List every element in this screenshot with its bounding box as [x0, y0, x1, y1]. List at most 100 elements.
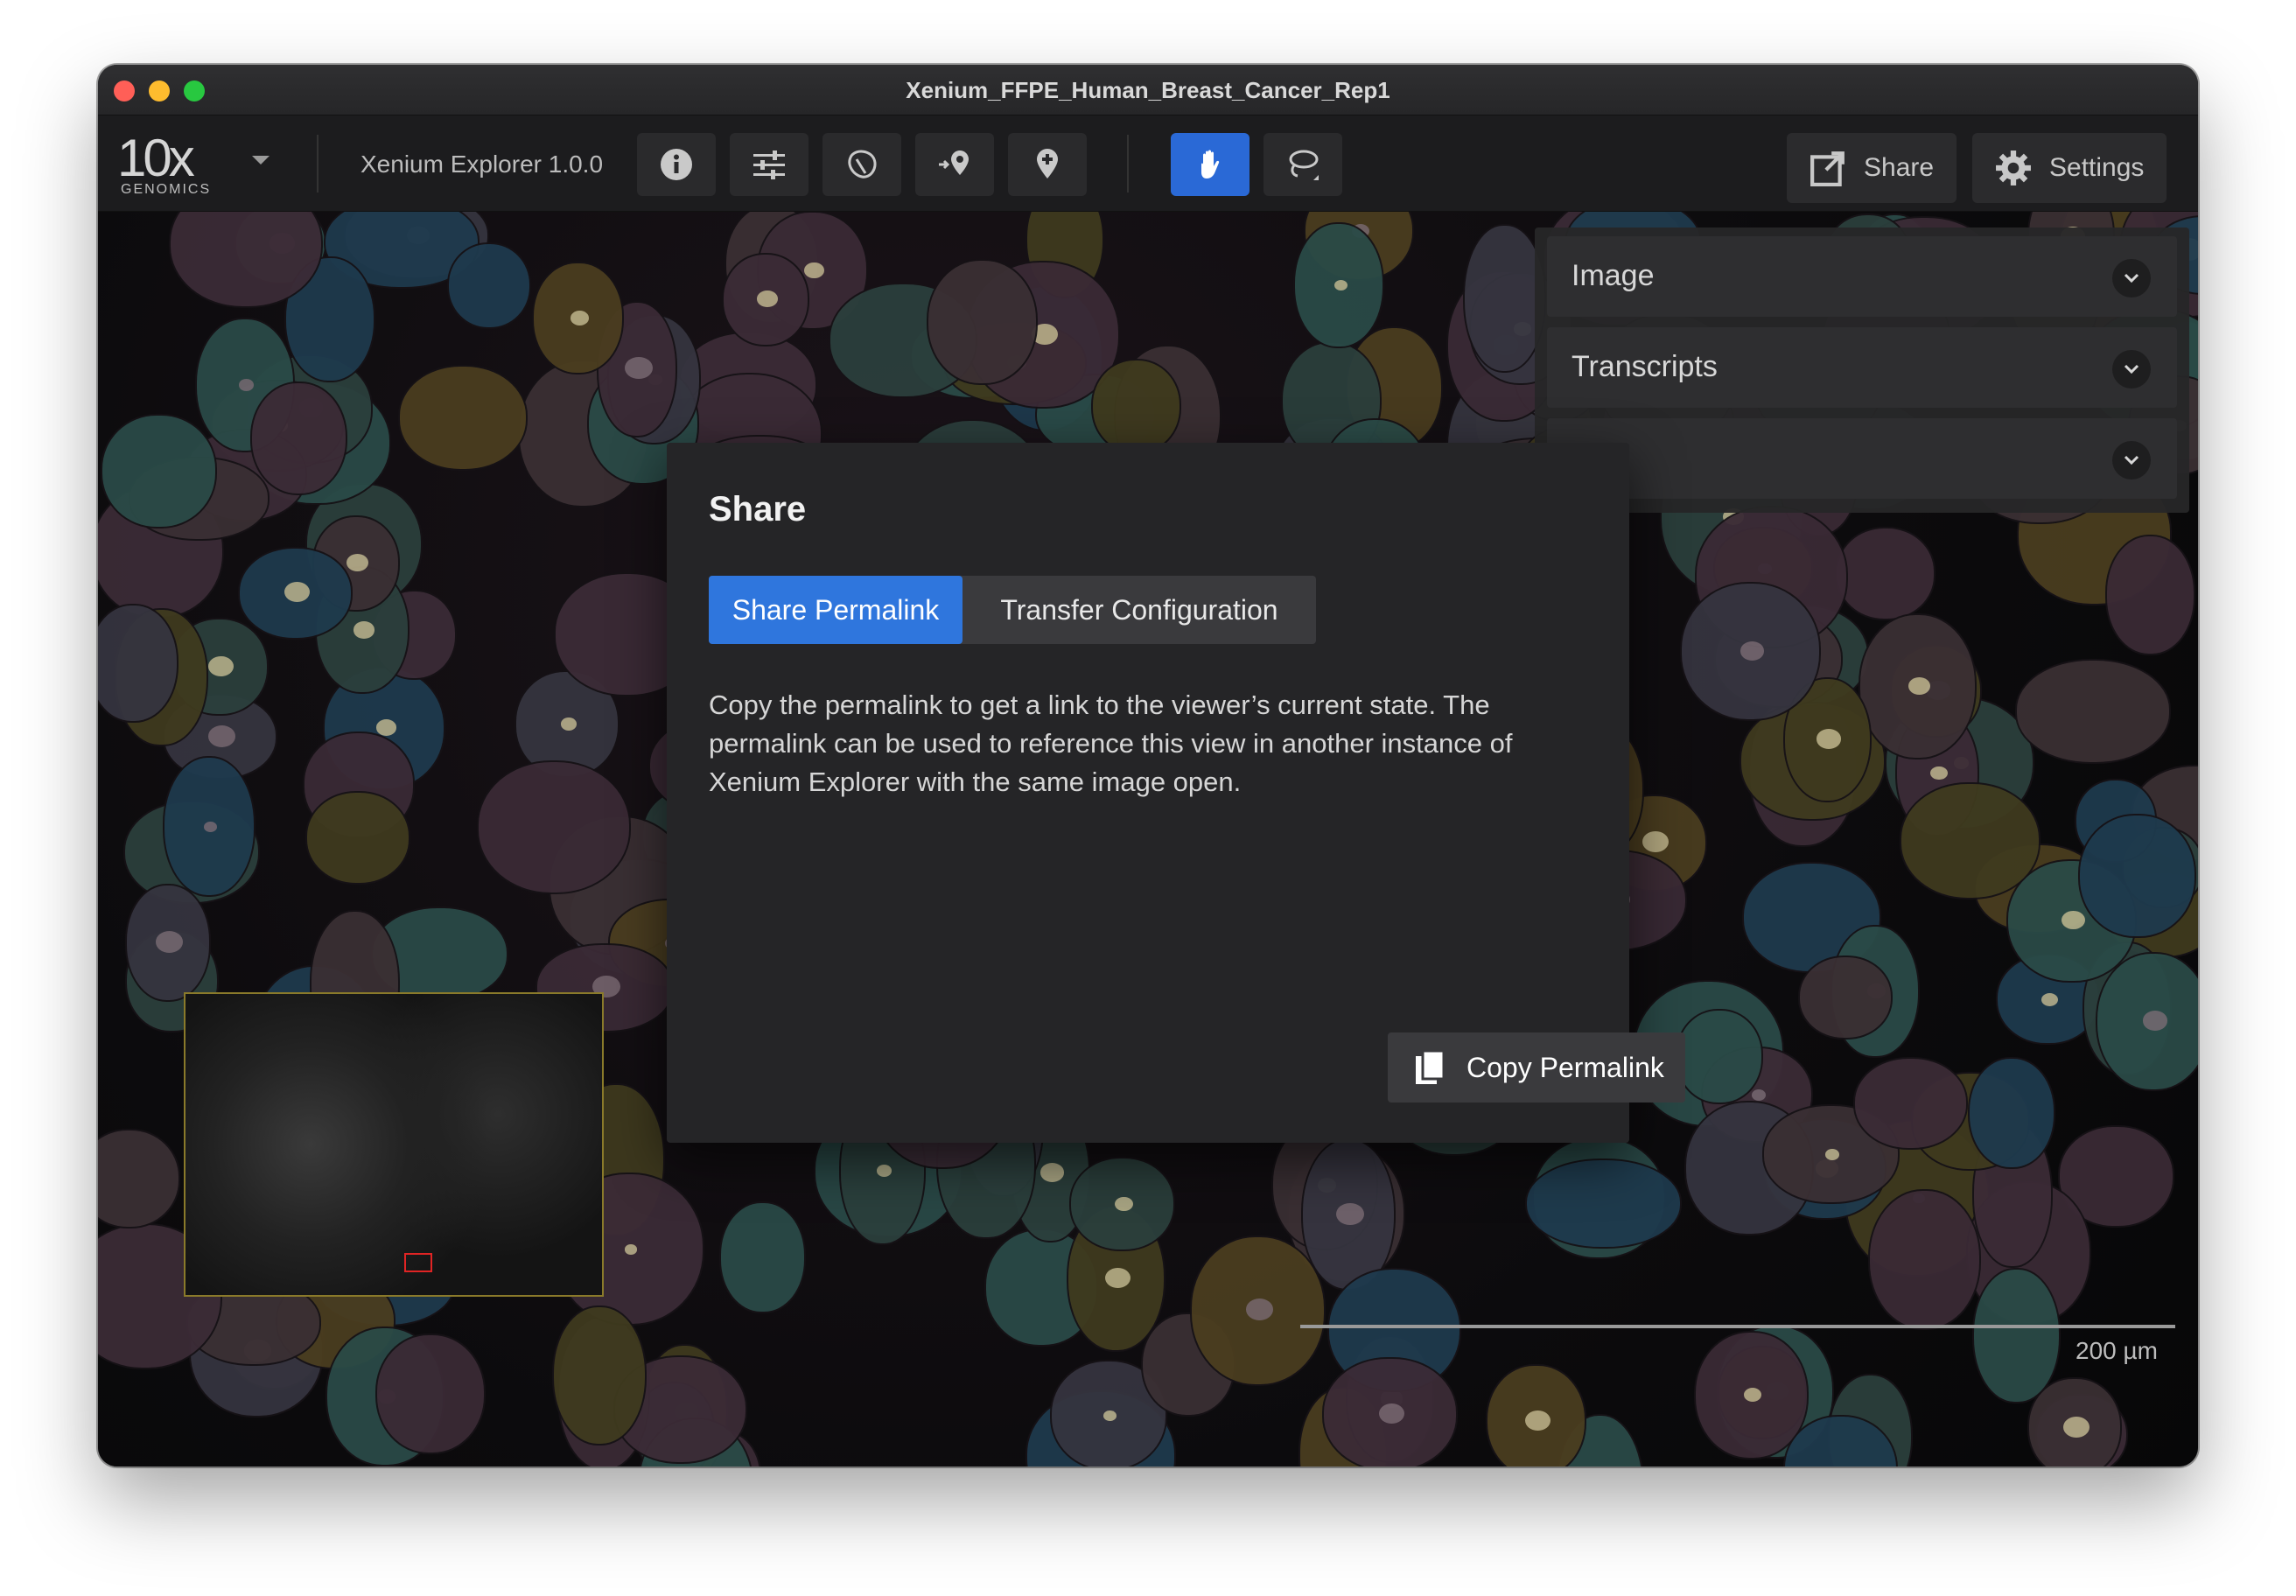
cell-icon: [848, 150, 877, 178]
lasso-icon: [1289, 150, 1319, 180]
sliders-icon: [753, 150, 785, 179]
tissue-cell: [1091, 358, 1182, 454]
chevron-down-icon[interactable]: [2112, 259, 2151, 298]
cell-nucleus: [284, 582, 311, 603]
tissue-cell: [249, 381, 348, 496]
tissue-cell: [2014, 658, 2172, 764]
cell-nucleus: [1245, 1298, 1274, 1321]
tissue-cell: [124, 884, 211, 1002]
tissue-cell: [1293, 221, 1384, 348]
pan-tool-button[interactable]: [1171, 133, 1250, 196]
share-icon: [1810, 151, 1844, 186]
tissue-cell: [101, 414, 217, 528]
cell-nucleus: [346, 554, 369, 572]
copy-permalink-button[interactable]: Copy Permalink: [1388, 1032, 1685, 1102]
permalink-description: Copy the permalink to get a link to the …: [709, 690, 1513, 797]
logo-subtext: GENOMICS: [121, 182, 212, 197]
tissue-cell: [98, 1128, 181, 1228]
cell-nucleus: [877, 1165, 892, 1177]
scale-bar-label: 200 µm: [2076, 1337, 2158, 1364]
tissue-cell: [1972, 1268, 2062, 1404]
tissue-cell: [238, 546, 354, 640]
window-title: Xenium_FFPE_Human_Breast_Cancer_Rep1: [906, 77, 1390, 103]
layer-row-image[interactable]: Image: [1547, 236, 2177, 317]
cell-nucleus: [1752, 1089, 1766, 1101]
chevron-down-icon[interactable]: [2112, 441, 2151, 480]
layer-label: Transcripts: [1572, 350, 1718, 383]
tissue-cell: [1679, 581, 1822, 722]
tissue-cell: [927, 259, 1038, 386]
tissue-cell: [721, 252, 810, 346]
tissue-cell: [446, 242, 532, 330]
cell-nucleus: [353, 621, 374, 639]
tab-share-permalink[interactable]: Share Permalink: [709, 576, 962, 644]
tissue-cell: [374, 1333, 486, 1454]
layers-panel: Image Transcripts s: [1535, 228, 2189, 513]
tissue-cell: [1835, 527, 1936, 620]
adjustments-button[interactable]: [730, 133, 808, 196]
cells-button[interactable]: [822, 133, 901, 196]
info-button[interactable]: [637, 133, 716, 196]
tissue-cell: [2096, 951, 2198, 1092]
cell-nucleus: [1816, 729, 1842, 749]
cell-nucleus: [1040, 1163, 1065, 1182]
cell-nucleus: [1103, 1410, 1116, 1422]
cell-nucleus: [1334, 280, 1348, 291]
share-dialog: Share Share Permalink Transfer Configura…: [667, 443, 1685, 1143]
cell-nucleus: [239, 379, 255, 391]
tissue-cell: [1525, 1158, 1683, 1250]
cell-nucleus: [1740, 640, 1765, 661]
toolbar-divider: [1127, 135, 1129, 192]
tissue-cell: [1190, 1235, 1326, 1386]
layer-row-transcripts[interactable]: Transcripts: [1547, 327, 2177, 408]
tissue-cell: [1068, 1156, 1175, 1252]
cell-nucleus: [1642, 831, 1670, 853]
cell-nucleus: [2040, 992, 2058, 1006]
tab-transfer-configuration[interactable]: Transfer Configuration: [962, 576, 1316, 644]
cell-nucleus: [1115, 1196, 1133, 1212]
tissue-cell: [1858, 612, 1978, 760]
app-version: Xenium Explorer 1.0.0: [360, 150, 604, 178]
10x-genomics-logo[interactable]: 10x GENOMICS: [117, 128, 222, 198]
tissue-cell: [98, 603, 178, 723]
go-to-pin-button[interactable]: [915, 133, 994, 196]
cell-nucleus: [1825, 1149, 1839, 1160]
cell-nucleus: [156, 931, 184, 953]
cell-nucleus: [208, 656, 234, 677]
settings-button[interactable]: Settings: [1972, 133, 2167, 203]
overview-minimap[interactable]: [184, 992, 604, 1297]
tissue-cell: [304, 791, 410, 886]
scale-bar: [1300, 1325, 2175, 1328]
tissue-cell: [1868, 1188, 1982, 1330]
layer-label: Image: [1572, 259, 1655, 292]
hand-pan-icon: [1201, 150, 1220, 178]
cell-nucleus: [2143, 1011, 2168, 1031]
tissue-cell: [1675, 1009, 1763, 1104]
logo-menu-caret-icon[interactable]: [252, 156, 270, 164]
toolbar-divider: [317, 135, 318, 192]
cell-nucleus: [804, 262, 824, 279]
share-button-label: Share: [1864, 153, 1935, 182]
tissue-cell: [2104, 535, 2195, 655]
lasso-tool-button[interactable]: [1264, 133, 1342, 196]
copy-icon: [1416, 1049, 1446, 1084]
copy-permalink-label: Copy Permalink: [1466, 1051, 1664, 1083]
add-pin-button[interactable]: [1008, 133, 1087, 196]
cell-nucleus: [570, 311, 589, 326]
minimap-viewport-indicator[interactable]: [404, 1253, 432, 1272]
cell-nucleus: [2062, 1416, 2090, 1438]
share-tabs: Share Permalink Transfer Configuration: [709, 576, 1316, 644]
cell-nucleus: [625, 357, 653, 380]
share-button[interactable]: Share: [1787, 133, 1957, 203]
cell-nucleus: [1524, 1410, 1551, 1432]
logo-mark: 10x: [117, 129, 195, 187]
cell-nucleus: [757, 290, 778, 308]
cell-nucleus: [375, 719, 397, 737]
app-toolbar: 10x GENOMICS Xenium Explorer 1.0.0 Share…: [98, 116, 2198, 212]
info-icon: [661, 149, 692, 180]
layer-row-cells[interactable]: s: [1547, 418, 2177, 499]
cell-nucleus: [1908, 677, 1931, 695]
tissue-cell: [531, 262, 624, 375]
add-pin-icon: [1037, 149, 1058, 178]
chevron-down-icon[interactable]: [2112, 350, 2151, 388]
